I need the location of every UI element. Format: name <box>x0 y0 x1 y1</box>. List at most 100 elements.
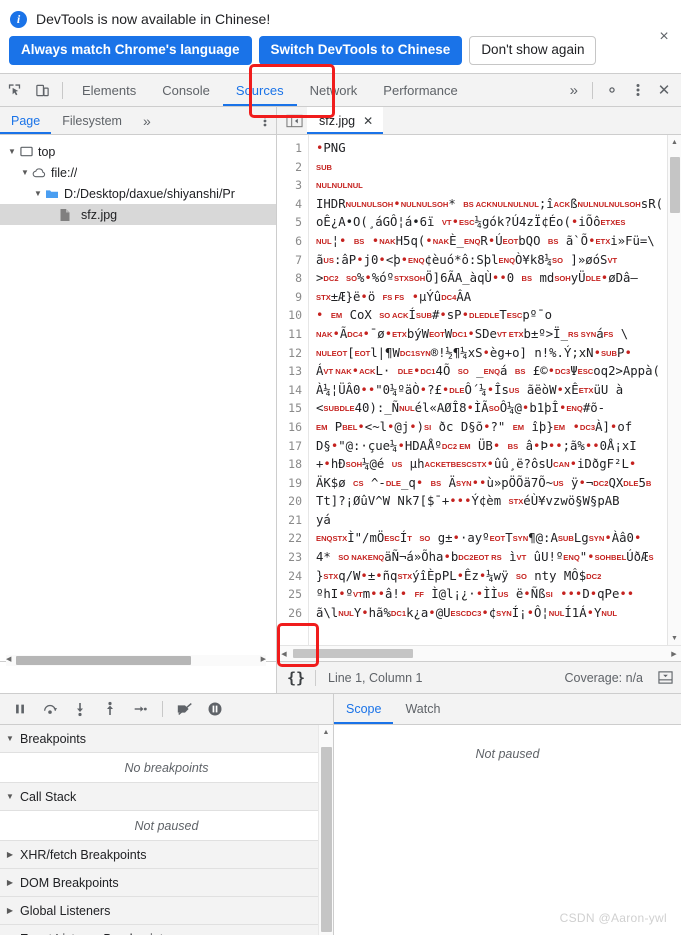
line-number[interactable]: 12 <box>277 344 302 363</box>
code-horizontal-scrollbar[interactable]: ◀ ▶ <box>277 645 681 661</box>
section-header-breakpoints[interactable]: ▼ Breakpoints <box>0 725 333 753</box>
code-line[interactable]: NULNULNUL <box>316 176 681 195</box>
line-number[interactable]: 17 <box>277 437 302 456</box>
code-vertical-scrollbar[interactable]: ▲ ▼ <box>667 135 681 645</box>
always-match-language-button[interactable]: Always match Chrome's language <box>9 36 252 65</box>
line-number[interactable]: 22 <box>277 529 302 548</box>
line-number[interactable]: 16 <box>277 418 302 437</box>
line-number[interactable]: 20 <box>277 492 302 511</box>
tab-sources[interactable]: Sources <box>222 74 297 106</box>
editor-tab-sfz-jpg[interactable]: sfz.jpg ✕ <box>307 107 384 134</box>
twisty-collapsed-icon[interactable]: ▶ <box>0 850 20 859</box>
pretty-print-button[interactable]: {} <box>277 663 315 693</box>
line-number[interactable]: 23 <box>277 548 302 567</box>
code-content[interactable]: •PNG SUB NULNULNUL IHDRNULNULSOH•NULNULSOH*… <box>309 135 681 645</box>
close-tab-icon[interactable]: ✕ <box>363 114 373 128</box>
line-number[interactable]: 5 <box>277 213 302 232</box>
tab-scope[interactable]: Scope <box>334 694 394 724</box>
code-line[interactable]: ÄK$ø CS ^-DLE_q• BS ÄSYN••ù»pÖÕä7Õ~US ÿ•… <box>316 474 681 493</box>
section-header-global-listeners[interactable]: ▶ Global Listeners <box>0 897 333 925</box>
tree-item-folder[interactable]: ▼ D:/Desktop/daxue/shiyanshi/Pr <box>0 183 276 204</box>
line-number[interactable]: 2 <box>277 158 302 177</box>
section-header-xhr-fetch-breakpoints[interactable]: ▶ XHR/fetch Breakpoints <box>0 841 333 869</box>
line-number[interactable]: 14 <box>277 381 302 400</box>
twisty-expanded-icon[interactable]: ▼ <box>0 734 20 743</box>
horizontal-scroll-track[interactable] <box>291 648 667 659</box>
code-line[interactable]: NAK•ÃDC4•¯ø•ETXbýWEOTWDC1•SDeVT ETXb±º>Ï… <box>316 325 681 344</box>
section-header-call-stack[interactable]: ▼ Call Stack <box>0 783 333 811</box>
code-line[interactable]: ãUS:âP•j0•<þ•ENQ¢èuó*ô:SþlENQÒ¥k8¼SO ]»ø… <box>316 251 681 270</box>
scroll-left-icon[interactable]: ◀ <box>277 650 291 658</box>
twisty-icon[interactable]: ▼ <box>6 147 18 156</box>
twisty-icon[interactable]: ▼ <box>32 189 44 198</box>
code-line[interactable]: >DC2 SO%•%óºSTXSOHÖ]6ÃA_àqÙ••0 BS mdSOHy… <box>316 269 681 288</box>
code-line[interactable]: +•hÐSOH¼@é US µhACKETBESCSTX•ûû¸ë?ôsUCAN… <box>316 455 681 474</box>
line-number[interactable]: 18 <box>277 455 302 474</box>
line-number[interactable]: 9 <box>277 288 302 307</box>
horizontal-scroll-thumb[interactable] <box>293 649 413 658</box>
code-line[interactable]: ÁVT NAK•ACKL· DLE•DC14Õ SO _ENQá BS £©•D… <box>316 362 681 381</box>
twisty-expanded-icon[interactable]: ▼ <box>0 792 20 801</box>
code-line[interactable]: 4* SO NAKENQäÑ¬á»Õha•bDC2EOT RS ìVT ûU!º… <box>316 548 681 567</box>
gear-icon[interactable] <box>599 77 625 103</box>
sections-scroll-up-icon[interactable]: ▲ <box>319 725 333 739</box>
scroll-down-icon[interactable]: ▼ <box>668 631 681 645</box>
line-number[interactable]: 3 <box>277 176 302 195</box>
switch-devtools-language-button[interactable]: Switch DevTools to Chinese <box>258 36 463 65</box>
line-number[interactable]: 8 <box>277 269 302 288</box>
code-line[interactable]: NUL¦• BS •NAKH5q(•NAKÈ_ENQR•ÚEOTbQO BS ã… <box>316 232 681 251</box>
twisty-icon[interactable]: ▼ <box>19 168 31 177</box>
scroll-up-icon[interactable]: ▲ <box>668 135 681 149</box>
line-number[interactable]: 6 <box>277 232 302 251</box>
navigator-options-icon[interactable] <box>263 114 276 128</box>
step-button[interactable] <box>126 696 154 722</box>
line-number[interactable]: 15 <box>277 399 302 418</box>
code-line[interactable]: STX±Æ}ë•ö FS FS •µÝûDC4ÂA <box>316 288 681 307</box>
code-line[interactable]: Tt]?¡ØûV^W Nk7[$¯+•••Ý¢èm STXéÙ¥vzwö§W§p… <box>316 492 681 511</box>
code-line[interactable]: NULEOT[EOTl|¶WDC1SYN®!½¶¼xS•èg+o] n!%.Ý;… <box>316 344 681 363</box>
line-number[interactable]: 13 <box>277 362 302 381</box>
sections-scroll-thumb[interactable] <box>321 747 332 932</box>
code-line[interactable]: yá <box>316 511 681 530</box>
code-line[interactable]: ã\lNULY•hã%DC1k¿a•@UESCDC3•¢SYNÍ¡•Ô¦NULÍ… <box>316 604 681 623</box>
code-line[interactable]: ENQSTXÌ"/mÖESCÍT SO g±•·ayºEOTTSYN¶@:ASU… <box>316 529 681 548</box>
navtab-filesystem[interactable]: Filesystem <box>51 107 133 134</box>
line-number[interactable]: 25 <box>277 585 302 604</box>
step-into-button[interactable] <box>66 696 94 722</box>
deactivate-breakpoints-button[interactable] <box>171 696 199 722</box>
twisty-collapsed-icon[interactable]: ▶ <box>0 878 20 887</box>
line-number[interactable]: 26 <box>277 604 302 623</box>
line-number[interactable]: 4 <box>277 195 302 214</box>
code-line[interactable]: •PNG <box>316 139 681 158</box>
code-line[interactable]: À¼¦ÜÂ0••"0¼ºäÒ•?£•DLEÔ´¼•ÎsUS ãëòW•xÊETX… <box>316 381 681 400</box>
step-over-button[interactable] <box>36 696 64 722</box>
code-line[interactable]: • EM CoX SO ACKÍSUB#•sP•DLEDLETESCpº¯o <box>316 306 681 325</box>
step-out-button[interactable] <box>96 696 124 722</box>
pause-on-exceptions-button[interactable] <box>201 696 229 722</box>
code-line[interactable]: <SUBDLE40):_ÑNULél«AØÎ8•ÌÃSOÔ¼@•b1þÎ•ENQ… <box>316 399 681 418</box>
navtab-page[interactable]: Page <box>0 107 52 134</box>
more-tabs-icon[interactable]: » <box>562 82 586 99</box>
show-drawer-icon[interactable] <box>653 670 681 685</box>
tab-watch[interactable]: Watch <box>393 694 452 724</box>
line-number[interactable]: 7 <box>277 251 302 270</box>
line-number[interactable]: 19 <box>277 474 302 493</box>
line-number[interactable]: 24 <box>277 567 302 586</box>
line-number[interactable]: 21 <box>277 511 302 530</box>
dont-show-again-button[interactable]: Don't show again <box>469 36 597 65</box>
vertical-scroll-thumb[interactable] <box>670 157 680 213</box>
close-devtools-icon[interactable]: ✕ <box>651 77 677 103</box>
section-header-event-listener-breakpoints[interactable]: ▶Event Listener Breakpoints <box>0 925 333 935</box>
banner-close-icon[interactable]: × <box>655 28 673 46</box>
section-header-dom-breakpoints[interactable]: ▶ DOM Breakpoints <box>0 869 333 897</box>
scroll-right-icon[interactable]: ▶ <box>667 650 681 658</box>
tree-item-top[interactable]: ▼ top <box>0 141 276 162</box>
line-number[interactable]: 11 <box>277 325 302 344</box>
tab-performance[interactable]: Performance <box>370 74 470 106</box>
tab-elements[interactable]: Elements <box>69 74 149 106</box>
code-line[interactable]: oÊ¿A•O(¸áGÔ¦á•6ï VT•ESC¼gók?Ú4zÏ¢Éo(•iÕô… <box>316 213 681 232</box>
code-line[interactable]: D§•"@:·çue¼•HDAÅºDC2 EM ÜB• BS â•Þ••;ã%•… <box>316 437 681 456</box>
code-line[interactable]: SUB <box>316 158 681 177</box>
navigator-more-icon[interactable]: » <box>133 113 161 129</box>
code-line[interactable]: }STXq/W•±•ñqSTXýîÈpPL•Êz•¼wÿ SO nty MÔ$D… <box>316 567 681 586</box>
